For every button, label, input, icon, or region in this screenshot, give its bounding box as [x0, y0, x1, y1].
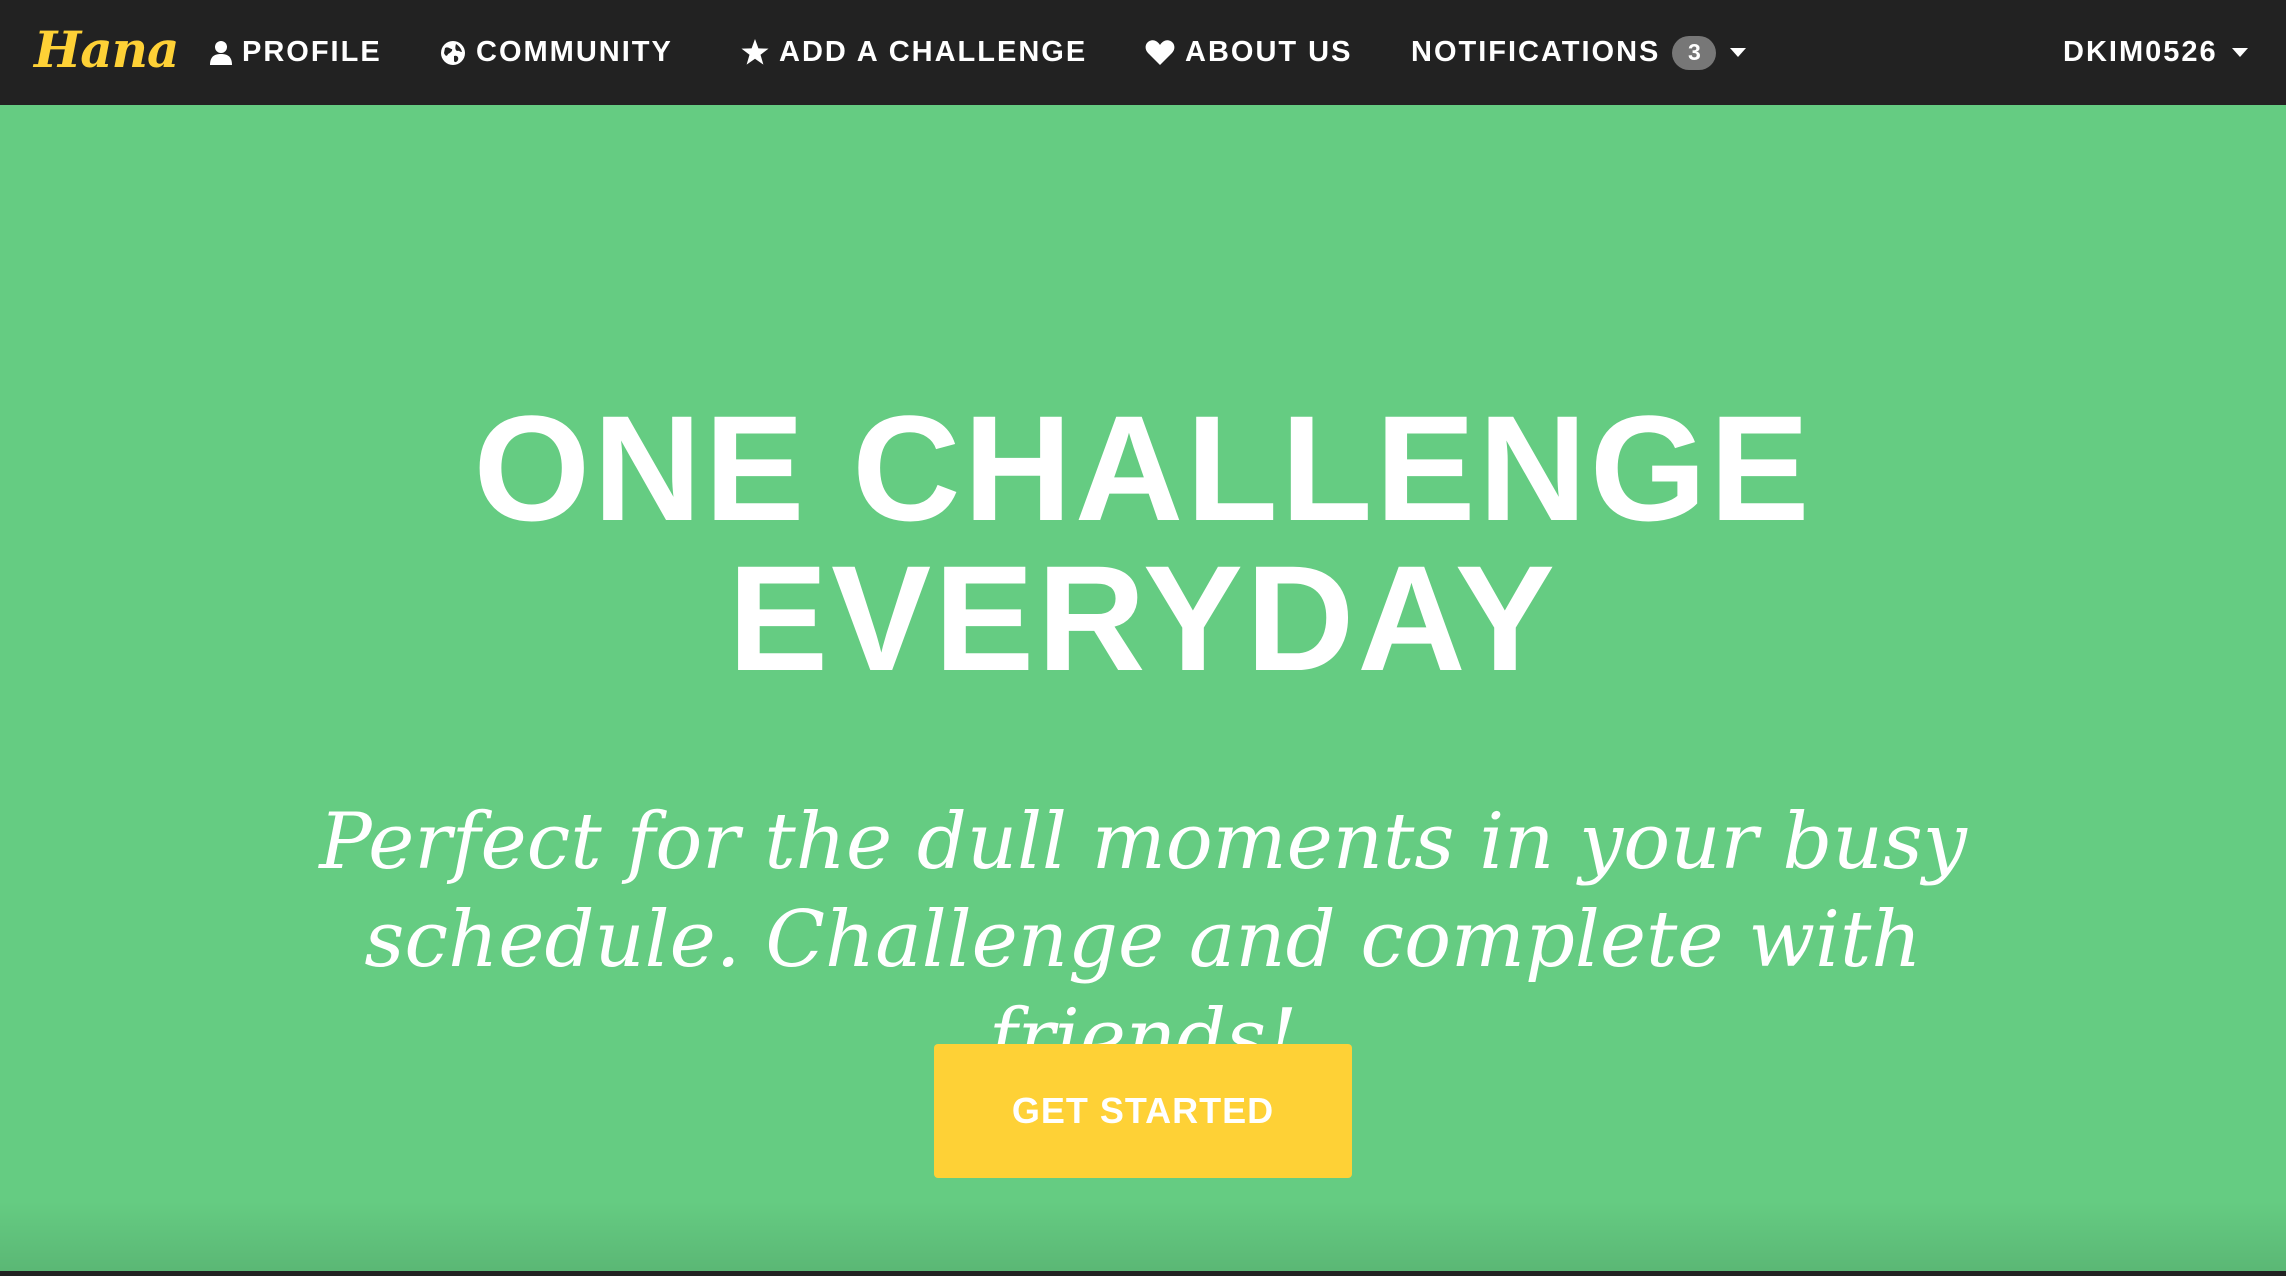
- nav-community-link[interactable]: COMMUNITY: [440, 0, 673, 105]
- hero-bottom-shadow: [0, 1201, 2286, 1271]
- hero-heading: ONE CHALLENGE EVERYDAY: [0, 393, 2286, 693]
- globe-icon: [440, 40, 466, 66]
- nav-add-challenge-label: ADD A CHALLENGE: [779, 36, 1088, 68]
- get-started-button[interactable]: GET STARTED: [934, 1044, 1352, 1178]
- brand-logo[interactable]: Hana: [34, 20, 179, 79]
- heart-icon: [1145, 39, 1175, 66]
- user-name-label: DKIM0526: [2063, 36, 2218, 68]
- nav-profile-label: PROFILE: [242, 36, 382, 68]
- hero-section: ONE CHALLENGE EVERYDAY Perfect for the d…: [0, 105, 2286, 1271]
- nav-about-link[interactable]: ABOUT US: [1145, 0, 1352, 105]
- hero-subtitle: Perfect for the dull moments in your bus…: [319, 797, 1967, 1083]
- notifications-dropdown[interactable]: NOTIFICATIONS 3: [1411, 0, 1747, 105]
- nav-add-challenge-link[interactable]: ADD A CHALLENGE: [741, 0, 1087, 105]
- user-icon: [210, 40, 232, 66]
- chevron-down-icon: [1730, 48, 1747, 57]
- top-navbar: Hana PROFILE COMMUNITY ADD A CHALLENGE A…: [0, 0, 2286, 105]
- user-menu-dropdown[interactable]: DKIM0526: [2063, 0, 2248, 105]
- chevron-down-icon: [2231, 48, 2248, 57]
- hero-heading-line-2: EVERYDAY: [728, 534, 1558, 702]
- notifications-label: NOTIFICATIONS: [1411, 36, 1661, 68]
- hero-heading-line-1: ONE CHALLENGE: [473, 384, 1813, 552]
- nav-about-label: ABOUT US: [1185, 36, 1353, 68]
- nav-profile-link[interactable]: PROFILE: [210, 0, 382, 105]
- star-icon: [741, 39, 769, 66]
- nav-community-label: COMMUNITY: [476, 36, 673, 68]
- notifications-count-badge: 3: [1672, 35, 1717, 70]
